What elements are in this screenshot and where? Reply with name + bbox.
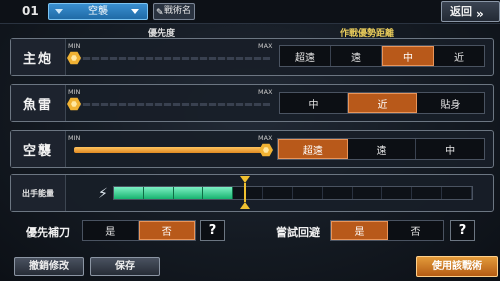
range-option[interactable]: 中 bbox=[280, 93, 348, 113]
tactic-name-button[interactable]: ✎ 戰術名 bbox=[153, 3, 195, 20]
energy-segment bbox=[353, 187, 383, 199]
toggle-no[interactable]: 否 bbox=[388, 221, 443, 240]
max-label: MAX bbox=[258, 42, 273, 50]
range-option[interactable]: 遠 bbox=[331, 46, 382, 66]
range-option-selected[interactable]: 超遠 bbox=[278, 139, 348, 159]
max-label: MAX bbox=[258, 134, 273, 142]
energy-segment-filled bbox=[173, 187, 204, 199]
priority-finish-label: 優先補刀 bbox=[26, 226, 70, 239]
double-chevron-icon: » bbox=[476, 7, 484, 21]
range-option-selected[interactable]: 中 bbox=[382, 46, 434, 66]
range-option[interactable]: 中 bbox=[416, 139, 484, 159]
mode-select-value: 空襲 bbox=[88, 6, 108, 17]
toggle-no-selected[interactable]: 否 bbox=[138, 221, 195, 240]
toggle-yes[interactable]: 是 bbox=[83, 221, 139, 240]
slot-number: 01 bbox=[22, 4, 39, 18]
back-button-label: 返回 bbox=[450, 5, 472, 18]
use-tactic-button[interactable]: 使用該戰術 bbox=[416, 256, 498, 277]
pen-icon: ✎ bbox=[156, 8, 164, 18]
row-label: 主炮 bbox=[11, 39, 66, 75]
toggle-yes-selected[interactable]: 是 bbox=[331, 221, 388, 240]
min-label: MIN bbox=[68, 42, 81, 50]
energy-threshold-marker-top[interactable] bbox=[240, 176, 250, 183]
mode-select[interactable]: 空襲 bbox=[48, 3, 148, 20]
energy-segment bbox=[442, 187, 472, 199]
range-options: 超遠 遠 中 bbox=[277, 138, 485, 160]
energy-segment bbox=[293, 187, 323, 199]
energy-label: 出手能量 bbox=[11, 175, 66, 211]
priority-slider-track[interactable] bbox=[74, 57, 270, 60]
lightning-icon: ⚡ bbox=[98, 186, 108, 202]
range-option[interactable]: 近 bbox=[434, 46, 484, 66]
priority-slider-fill bbox=[74, 147, 266, 153]
energy-segment-filled bbox=[114, 187, 144, 199]
energy-threshold-marker-bottom[interactable] bbox=[240, 202, 250, 209]
range-option-selected[interactable]: 近 bbox=[348, 93, 417, 113]
range-options: 超遠 遠 中 近 bbox=[279, 45, 485, 67]
try-evade-label: 嘗試回避 bbox=[276, 226, 320, 239]
energy-segment-filled bbox=[203, 187, 234, 199]
help-button[interactable]: ? bbox=[200, 220, 225, 241]
energy-segment-filled bbox=[143, 187, 174, 199]
range-option[interactable]: 遠 bbox=[348, 139, 417, 159]
energy-segment bbox=[412, 187, 443, 199]
energy-segment bbox=[323, 187, 353, 199]
chevron-down-icon bbox=[131, 9, 139, 14]
help-button[interactable]: ? bbox=[450, 220, 475, 241]
energy-segment bbox=[382, 187, 413, 199]
energy-threshold-line bbox=[244, 183, 246, 202]
energy-segment bbox=[263, 187, 293, 199]
tactic-name-label: 戰術名 bbox=[164, 6, 192, 16]
try-evade-toggle: 是 否 bbox=[330, 220, 444, 241]
min-label: MIN bbox=[68, 88, 81, 96]
back-button[interactable]: 返回 » bbox=[441, 1, 500, 22]
row-label: 空襲 bbox=[11, 131, 66, 167]
save-button[interactable]: 保存 bbox=[90, 257, 160, 276]
chevron-down-icon bbox=[55, 9, 63, 14]
range-options: 中 近 貼身 bbox=[279, 92, 485, 114]
range-option[interactable]: 超遠 bbox=[280, 46, 331, 66]
priority-finish-toggle: 是 否 bbox=[82, 220, 196, 241]
range-option[interactable]: 貼身 bbox=[417, 93, 484, 113]
energy-segment bbox=[233, 187, 264, 199]
undo-button[interactable]: 撤銷修改 bbox=[14, 257, 84, 276]
energy-bar[interactable] bbox=[113, 186, 473, 200]
max-label: MAX bbox=[258, 88, 273, 96]
row-label: 魚雷 bbox=[11, 85, 66, 121]
min-label: MIN bbox=[68, 134, 81, 142]
priority-slider-track[interactable] bbox=[74, 103, 270, 106]
